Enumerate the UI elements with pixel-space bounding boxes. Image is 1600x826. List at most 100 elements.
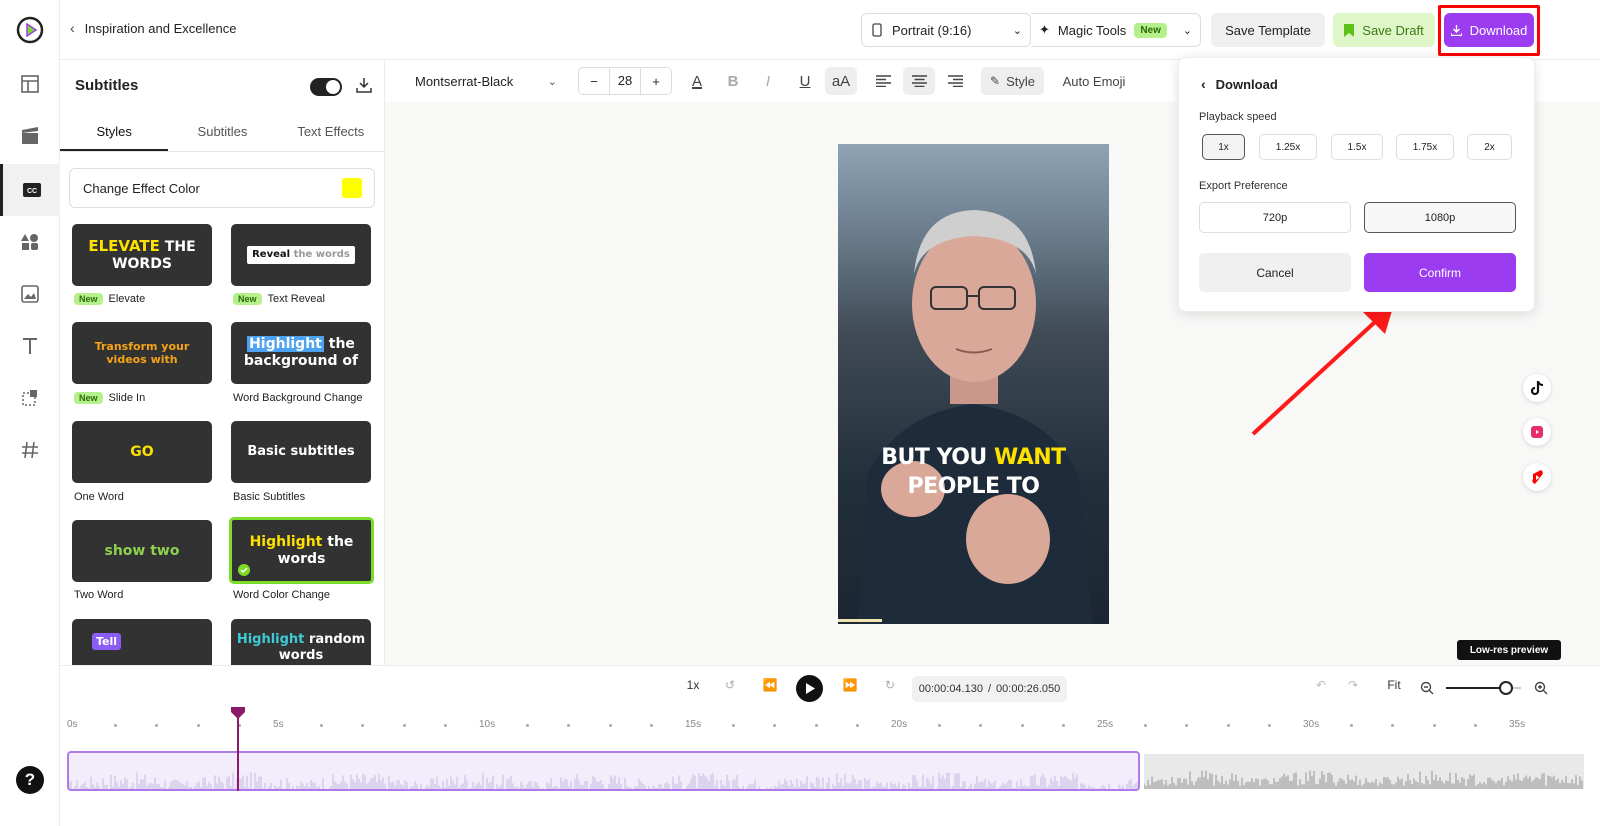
layout-icon[interactable] [0,58,60,110]
tick-dot [114,724,118,727]
style-card-two-word[interactable]: show two [72,520,212,582]
image-icon[interactable] [0,268,60,320]
align-right-icon[interactable] [943,67,967,95]
help-icon[interactable]: ? [16,766,44,794]
project-title[interactable]: Inspiration and Excellence [85,21,237,36]
aspect-select[interactable]: Portrait (9:16) ⌄ [861,13,1031,47]
download-button[interactable]: Download [1444,13,1534,47]
tick-dot [196,724,200,727]
elements-icon[interactable] [0,216,60,268]
preview-text: show two [104,542,180,559]
tick-label: 0s [67,719,78,730]
skip-back-icon[interactable]: ⏪ [760,678,780,692]
auto-emoji-button[interactable]: Auto Emoji [1059,67,1129,95]
style-caption: One Word [74,491,124,503]
style-card-text-reveal[interactable]: Reveal the words [231,224,371,286]
zoom-slider-handle[interactable] [1499,681,1513,695]
logo-icon[interactable] [16,16,44,44]
style-card-word-background-change[interactable]: Highlight the background of [231,322,371,384]
instagram-reels-icon[interactable] [1523,418,1551,446]
zoom-slider[interactable] [1446,681,1521,695]
increase-button[interactable]: + [641,74,671,89]
video-preview[interactable]: BUT YOU WANT PEOPLE TO [838,144,1109,624]
play-button[interactable] [796,675,823,702]
tab-styles[interactable]: Styles [60,112,169,151]
cancel-button[interactable]: Cancel [1199,253,1351,292]
new-badge: New [1134,22,1167,38]
subtitle-overlay[interactable]: BUT YOU WANT PEOPLE TO [838,444,1109,501]
sparkle-icon: ✦ [1039,22,1050,37]
align-center-icon[interactable] [903,67,935,95]
speed-option[interactable]: 1.5x [1331,134,1383,160]
tick-dot [155,724,159,727]
style-name: One Word [74,491,124,503]
style-card-elevate[interactable]: ELEVATE THE WORDS [72,224,212,286]
speed-option[interactable]: 1x [1202,134,1245,160]
style-card-highlight-random[interactable]: Highlight random words [231,619,371,665]
style-card-slide-in[interactable]: Transform your videos with [72,322,212,384]
style-card-word-color-change[interactable]: Highlight the words [229,517,374,584]
preview-text: ELEVATE [88,237,160,256]
style-name: Slide In [108,392,146,404]
change-effect-color[interactable]: Change Effect Color [69,168,375,208]
tiktok-icon[interactable] [1523,374,1551,402]
text-color-button[interactable]: A [684,67,710,95]
hashtag-icon[interactable] [0,424,60,476]
style-button[interactable]: ✎ Style [981,67,1044,95]
tab-subtitles[interactable]: Subtitles [168,112,276,151]
chevron-left-icon[interactable]: ‹ [70,20,75,36]
font-select[interactable]: Montserrat-Black ⌄ [405,67,565,95]
rewind-5-icon[interactable]: ↺ [720,678,740,692]
playback-speed-button[interactable]: 1x [683,678,703,692]
align-left-icon[interactable] [871,67,895,95]
text-icon[interactable] [0,320,60,372]
bold-button[interactable]: B [720,67,746,95]
save-template-button[interactable]: Save Template [1211,13,1325,47]
zoom-out-icon[interactable] [1420,681,1434,695]
style-caption: Word Color Change [233,589,330,601]
skip-forward-icon[interactable]: ⏩ [840,678,860,692]
download-icon[interactable] [356,77,372,93]
speed-option[interactable]: 2x [1467,134,1512,160]
captions-icon[interactable]: CC [0,164,60,216]
forward-5-icon[interactable]: ↻ [880,678,900,692]
youtube-shorts-icon[interactable] [1523,463,1551,491]
resolution-option[interactable]: 720p [1199,202,1351,233]
effect-color-swatch[interactable] [342,178,362,198]
speed-option[interactable]: 1.25x [1259,134,1317,160]
tick-dot [608,724,612,727]
undo-icon[interactable]: ↶ [1313,678,1329,692]
speed-option[interactable]: 1.75x [1396,134,1454,160]
style-card-tell[interactable]: Tell [72,619,212,665]
subtitles-toggle[interactable] [310,78,342,96]
playhead[interactable] [231,707,246,791]
resolution-option[interactable]: 1080p [1364,202,1516,233]
style-name: Text Reveal [267,293,325,305]
tab-text-effects[interactable]: Text Effects [277,112,384,151]
crop-icon[interactable] [0,372,60,424]
zoom-in-icon[interactable] [1534,681,1548,695]
case-button[interactable]: aA [825,67,857,95]
magic-tools-button[interactable]: ✦ Magic Tools New ⌄ [1031,13,1201,47]
underline-button[interactable]: U [792,67,818,95]
decrease-button[interactable]: − [579,74,609,89]
fit-button[interactable]: Fit [1382,678,1406,692]
tick-label: 30s [1303,719,1320,730]
font-size-stepper[interactable]: − 28 + [578,67,672,95]
font-size-value[interactable]: 28 [609,68,641,94]
save-draft-button[interactable]: Save Draft [1333,13,1435,47]
preview-text: Highlight [236,632,305,647]
breadcrumb[interactable]: ‹ Inspiration and Excellence [70,20,236,36]
style-card-one-word[interactable]: GO [72,421,212,483]
redo-icon[interactable]: ↷ [1345,678,1361,692]
confirm-button[interactable]: Confirm [1364,253,1516,292]
italic-button[interactable]: I [755,67,781,95]
chevron-left-icon[interactable]: ‹ [1201,76,1206,92]
current-time: 00:00:04.130 [918,683,983,695]
auto-emoji-label: Auto Emoji [1062,73,1126,89]
popover-header[interactable]: ‹ Download [1201,76,1278,92]
style-card-basic-subtitles[interactable]: Basic subtitles [231,421,371,483]
audio-track-selected[interactable] [67,751,1140,791]
media-icon[interactable] [0,110,60,162]
audio-track[interactable] [1144,754,1584,789]
